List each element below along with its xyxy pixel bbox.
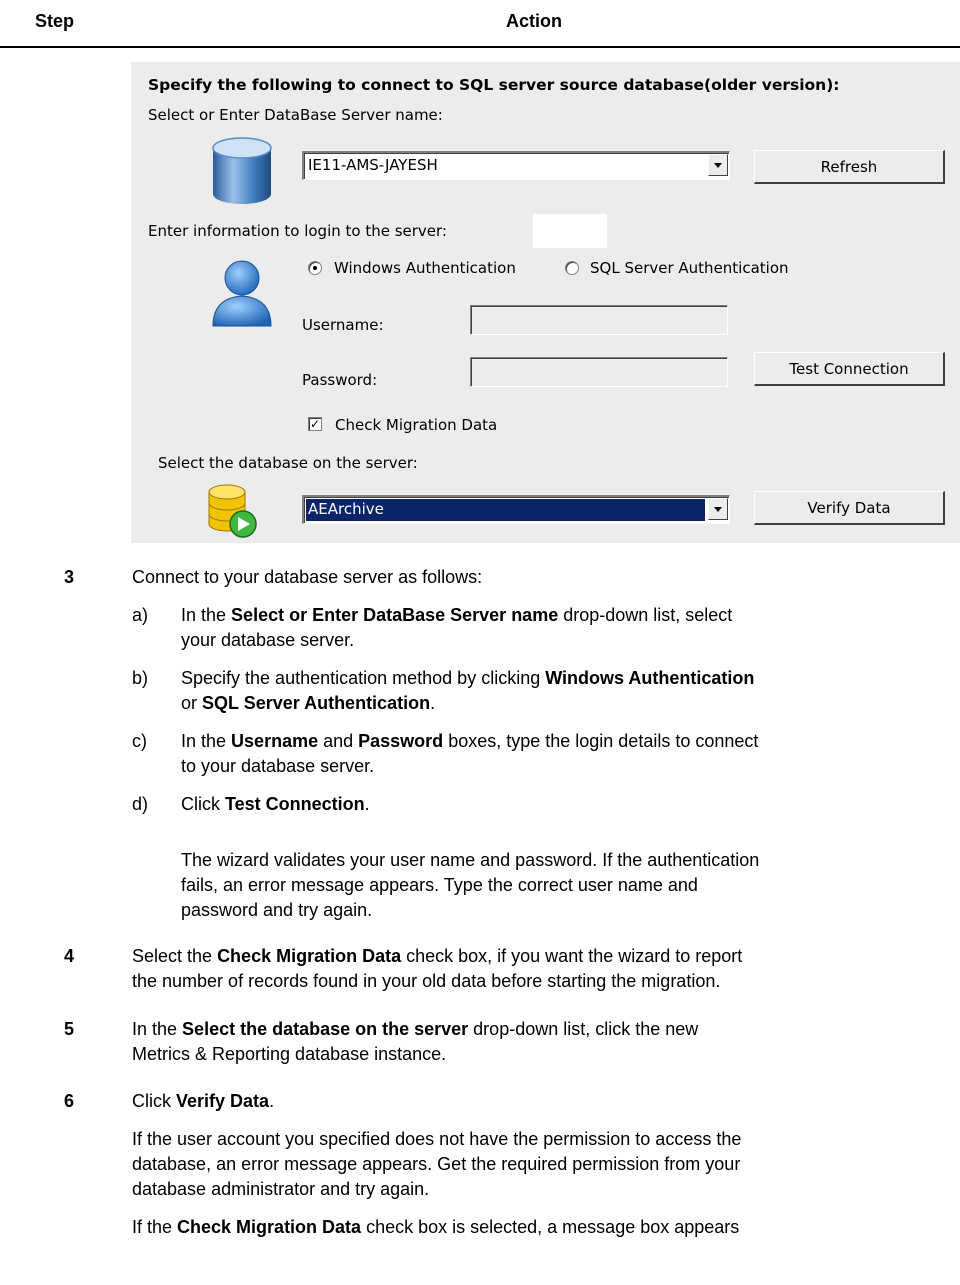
note-text: The wizard validates your user name and … <box>181 850 760 870</box>
note-text: fails, an error message appears. Type th… <box>181 875 698 895</box>
substep-text: Specify the authentication method by cli… <box>181 668 755 688</box>
dropdown-arrow-icon[interactable] <box>708 498 728 520</box>
header-action: Action <box>506 11 562 31</box>
database-run-icon <box>208 484 257 538</box>
note-text: password and try again. <box>181 900 373 920</box>
dropdown-arrow-icon[interactable] <box>708 154 728 176</box>
header-step: Step <box>35 11 75 31</box>
substep-text: Click Test Connection. <box>181 794 370 814</box>
database-server-icon <box>212 137 272 204</box>
password-field[interactable] <box>470 357 728 387</box>
step-paragraph: If the Check Migration Data check box is… <box>132 1217 740 1237</box>
database-value: AEArchive <box>308 500 384 518</box>
connection-dialog-screenshot: Specify the following to connect to SQL … <box>131 62 960 543</box>
substep-label: c) <box>132 731 147 751</box>
step-number: 3 <box>64 567 75 587</box>
sql-auth-label: SQL Server Authentication <box>590 259 789 277</box>
check-migration-checkbox[interactable]: ✓ <box>308 417 322 431</box>
refresh-button[interactable]: Refresh <box>754 150 945 184</box>
windows-auth-radio[interactable] <box>308 261 322 275</box>
step-text: Select the Check Migration Data check bo… <box>132 946 743 966</box>
substep-text: to your database server. <box>181 756 375 776</box>
server-name-value: IE11-AMS-JAYESH <box>308 156 438 174</box>
step-number: 6 <box>64 1091 75 1111</box>
substep-label: d) <box>132 794 149 814</box>
verify-data-button[interactable]: Verify Data <box>754 491 945 525</box>
step-number: 5 <box>64 1019 75 1039</box>
server-name-dropdown[interactable]: IE11-AMS-JAYESH <box>302 151 730 180</box>
username-field[interactable] <box>470 305 728 335</box>
login-info-label: Enter information to login to the server… <box>148 222 447 240</box>
step-paragraph: database administrator and try again. <box>132 1179 430 1199</box>
test-connection-button[interactable]: Test Connection <box>754 352 945 386</box>
step-paragraph: database, an error message appears. Get … <box>132 1154 741 1174</box>
step-paragraph: If the user account you specified does n… <box>132 1129 742 1149</box>
substep-text: or SQL Server Authentication. <box>181 693 436 713</box>
password-label: Password: <box>302 371 378 389</box>
check-migration-label: Check Migration Data <box>335 416 498 434</box>
step-text: the number of records found in your old … <box>132 971 721 991</box>
substep-text: your database server. <box>181 630 355 650</box>
windows-auth-label: Windows Authentication <box>334 259 516 277</box>
step-text: Connect to your database server as follo… <box>132 567 483 587</box>
username-label: Username: <box>302 316 384 334</box>
substep-label: b) <box>132 668 149 688</box>
substep-text: In the Select or Enter DataBase Server n… <box>181 605 733 625</box>
substep-label: a) <box>132 605 149 625</box>
database-label: Select the database on the server: <box>158 454 418 472</box>
step-text: Metrics & Reporting database instance. <box>132 1044 447 1064</box>
user-icon <box>212 260 272 327</box>
blank-patch <box>533 214 607 248</box>
step-text: Click Verify Data. <box>132 1091 275 1111</box>
server-name-label: Select or Enter DataBase Server name: <box>148 106 443 124</box>
dialog-title: Specify the following to connect to SQL … <box>148 76 840 94</box>
table-header: Step Action <box>0 0 960 48</box>
step-text: In the Select the database on the server… <box>132 1019 699 1039</box>
substep-text: In the Username and Password boxes, type… <box>181 731 759 751</box>
step-number: 4 <box>64 946 75 966</box>
database-dropdown[interactable]: AEArchive <box>302 495 730 524</box>
sql-auth-radio[interactable] <box>565 261 579 275</box>
